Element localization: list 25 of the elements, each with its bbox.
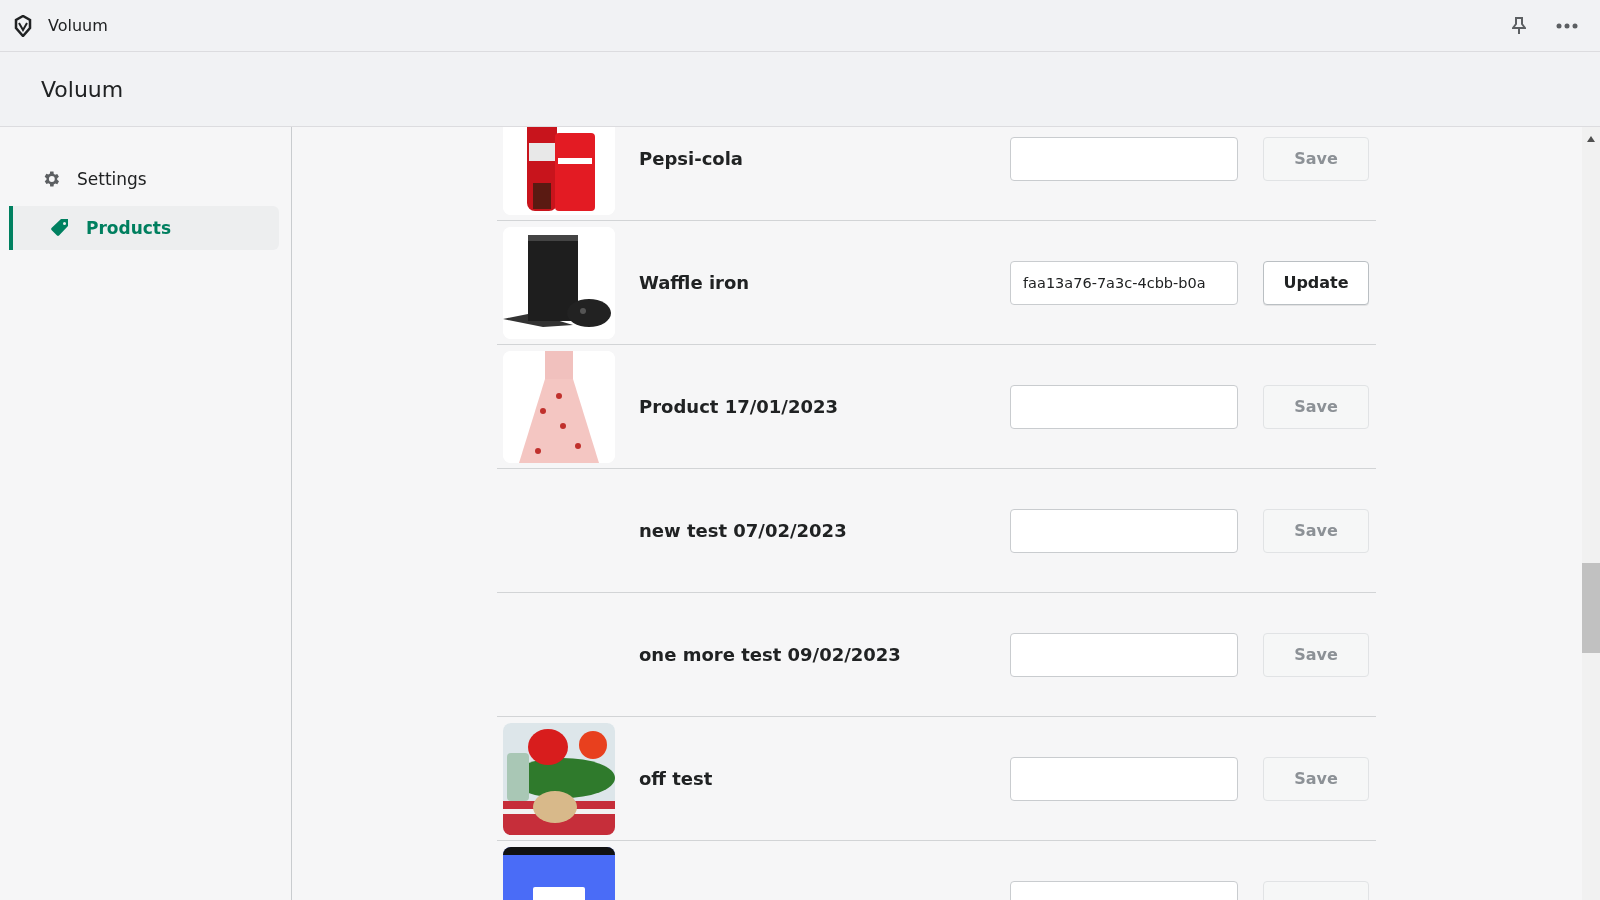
- sidebar-label: Products: [86, 218, 172, 238]
- sidebar-item[interactable]: Settings: [9, 157, 279, 201]
- input-field[interactable]: [1010, 756, 1238, 801]
- shield-logo-icon: [14, 14, 32, 37]
- product-name: Product 17/01/2023: [639, 396, 840, 417]
- sidebar-label: Settings: [77, 169, 147, 189]
- input-field[interactable]: [1010, 508, 1238, 553]
- product-name: one more test 09/02/2023: [639, 644, 902, 665]
- product-name: Waffle iron: [639, 272, 751, 293]
- scrollbar-thumb[interactable]: [1582, 563, 1600, 653]
- app-title: Voluum: [41, 76, 124, 102]
- more-icon[interactable]: [1556, 22, 1578, 29]
- sidebar-item[interactable]: Products: [9, 206, 279, 250]
- input-field[interactable]: faa13a76-7a3c-4cbb-b0a: [1010, 260, 1238, 305]
- product-name: Pepsi-cola: [639, 148, 744, 169]
- tag-icon: [50, 218, 70, 238]
- input-field[interactable]: [1010, 384, 1238, 429]
- input-field[interactable]: [1010, 136, 1238, 181]
- product-name: off test: [639, 768, 714, 789]
- window-title: Voluum: [48, 16, 109, 35]
- pin-icon[interactable]: [1512, 16, 1526, 35]
- scroll-up-icon[interactable]: [1586, 135, 1596, 143]
- update-button[interactable]: Update: [1263, 260, 1369, 305]
- input-field[interactable]: [1010, 632, 1238, 677]
- product-name: new test 07/02/2023: [639, 520, 848, 541]
